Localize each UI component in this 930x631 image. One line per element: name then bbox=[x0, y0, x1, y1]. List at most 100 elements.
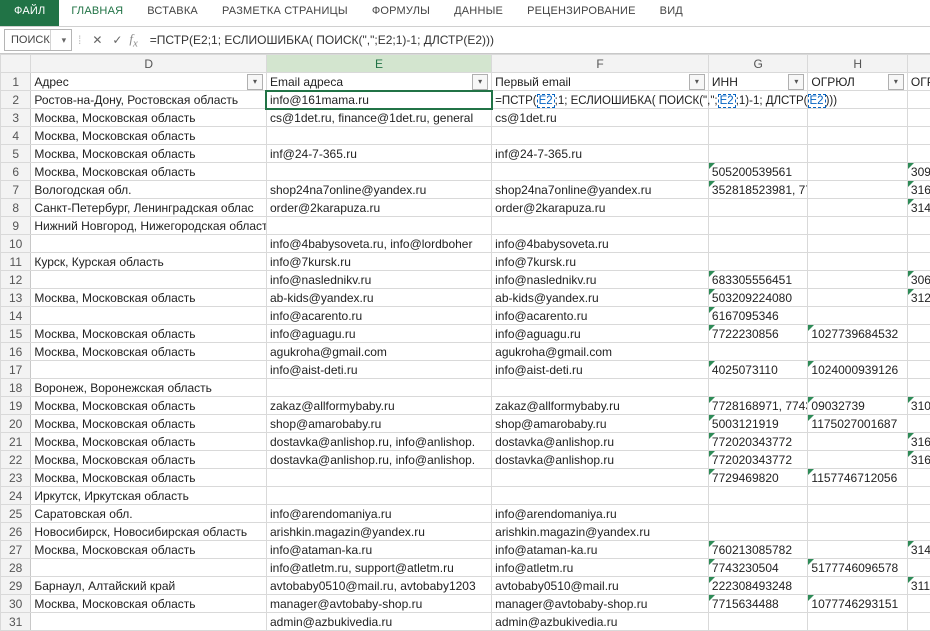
cell-D8[interactable]: Санкт-Петербург, Ленинградская облас bbox=[31, 199, 267, 217]
row-header-24[interactable]: 24 bbox=[1, 487, 31, 505]
cell-I25[interactable] bbox=[907, 505, 930, 523]
cell-H4[interactable] bbox=[808, 127, 907, 145]
cell-H17[interactable]: 1024000939126 bbox=[808, 361, 907, 379]
cell-D29[interactable]: Барнаул, Алтайский край bbox=[31, 577, 267, 595]
cell-G5[interactable] bbox=[708, 145, 807, 163]
cell-F11[interactable]: info@7kursk.ru bbox=[492, 253, 709, 271]
cell-H31[interactable] bbox=[808, 613, 907, 631]
cell-I22[interactable]: 31677460051941 bbox=[907, 451, 930, 469]
cell-F9[interactable] bbox=[492, 217, 709, 235]
cell-D21[interactable]: Москва, Московская область bbox=[31, 433, 267, 451]
cell-H20[interactable]: 1175027001687 bbox=[808, 415, 907, 433]
cell-E5[interactable]: inf@24-7-365.ru bbox=[266, 145, 491, 163]
cell-I5[interactable] bbox=[907, 145, 930, 163]
cell-D11[interactable]: Курск, Курская область bbox=[31, 253, 267, 271]
row-header-13[interactable]: 13 bbox=[1, 289, 31, 307]
cell-F23[interactable] bbox=[492, 469, 709, 487]
cell-F10[interactable]: info@4babysoveta.ru bbox=[492, 235, 709, 253]
cell-E12[interactable]: info@naslednikv.ru bbox=[266, 271, 491, 289]
tab-insert[interactable]: ВСТАВКА bbox=[135, 0, 210, 26]
cell-H23[interactable]: 1157746712056 bbox=[808, 469, 907, 487]
cell-F28[interactable]: info@atletm.ru bbox=[492, 559, 709, 577]
cell-E6[interactable] bbox=[266, 163, 491, 181]
name-box-dropdown-icon[interactable]: ▾ bbox=[50, 30, 71, 50]
cell-E28[interactable]: info@atletm.ru, support@atletm.ru bbox=[266, 559, 491, 577]
formula-input[interactable] bbox=[144, 29, 930, 51]
cell-E2[interactable]: info@161mama.ru bbox=[266, 91, 491, 109]
cell-D19[interactable]: Москва, Московская область bbox=[31, 397, 267, 415]
cell-D5[interactable]: Москва, Московская область bbox=[31, 145, 267, 163]
row-header-14[interactable]: 14 bbox=[1, 307, 31, 325]
cell-G23[interactable]: 7729469820 bbox=[708, 469, 807, 487]
row-header-21[interactable]: 21 bbox=[1, 433, 31, 451]
cell-I11[interactable] bbox=[907, 253, 930, 271]
cell-I29[interactable]: 31122231950009 bbox=[907, 577, 930, 595]
cell-E24[interactable] bbox=[266, 487, 491, 505]
cell-F2[interactable]: =ПСТР(E2;1; ЕСЛИОШИБКА( ПОИСК(",";E2;1)-… bbox=[492, 91, 709, 109]
row-header-20[interactable]: 20 bbox=[1, 415, 31, 433]
row-header-23[interactable]: 23 bbox=[1, 469, 31, 487]
cell-I9[interactable] bbox=[907, 217, 930, 235]
cell-H26[interactable] bbox=[808, 523, 907, 541]
tab-review[interactable]: РЕЦЕНЗИРОВАНИЕ bbox=[515, 0, 648, 26]
cell-F15[interactable]: info@aguagu.ru bbox=[492, 325, 709, 343]
cell-F14[interactable]: info@acarento.ru bbox=[492, 307, 709, 325]
cell-F7[interactable]: shop24na7online@yandex.ru bbox=[492, 181, 709, 199]
cell-E31[interactable]: admin@azbukivedia.ru bbox=[266, 613, 491, 631]
header-cell-first-email[interactable]: Первый email▾ bbox=[492, 73, 709, 91]
row-header-22[interactable]: 22 bbox=[1, 451, 31, 469]
row-header-18[interactable]: 18 bbox=[1, 379, 31, 397]
cell-I15[interactable] bbox=[907, 325, 930, 343]
cell-E20[interactable]: shop@amarobaby.ru bbox=[266, 415, 491, 433]
cell-D13[interactable]: Москва, Московская область bbox=[31, 289, 267, 307]
cell-D22[interactable]: Москва, Московская область bbox=[31, 451, 267, 469]
cell-I28[interactable] bbox=[907, 559, 930, 577]
tab-data[interactable]: ДАННЫЕ bbox=[442, 0, 515, 26]
cell-D24[interactable]: Иркутск, Иркутская область bbox=[31, 487, 267, 505]
cell-H6[interactable] bbox=[808, 163, 907, 181]
cell-F19[interactable]: zakaz@allformybaby.ru bbox=[492, 397, 709, 415]
row-header-29[interactable]: 29 bbox=[1, 577, 31, 595]
cell-H3[interactable] bbox=[808, 109, 907, 127]
row-header-27[interactable]: 27 bbox=[1, 541, 31, 559]
cell-F18[interactable] bbox=[492, 379, 709, 397]
cell-G12[interactable]: 683305556451 bbox=[708, 271, 807, 289]
filter-dropdown-icon[interactable]: ▾ bbox=[472, 74, 488, 90]
cell-I17[interactable] bbox=[907, 361, 930, 379]
row-header-16[interactable]: 16 bbox=[1, 343, 31, 361]
cell-I7[interactable]: 31697460064407 bbox=[907, 181, 930, 199]
enter-formula-icon[interactable]: ✓ bbox=[107, 30, 127, 50]
cell-F3[interactable]: cs@1det.ru bbox=[492, 109, 709, 127]
cell-D23[interactable]: Москва, Московская область bbox=[31, 469, 267, 487]
cell-D10[interactable] bbox=[31, 235, 267, 253]
cell-D2[interactable]: Ростов-на-Дону, Ростовская область bbox=[31, 91, 267, 109]
cell-I13[interactable]: 31277462610147 bbox=[907, 289, 930, 307]
cell-H13[interactable] bbox=[808, 289, 907, 307]
cell-D7[interactable]: Вологодская обл. bbox=[31, 181, 267, 199]
cell-G16[interactable] bbox=[708, 343, 807, 361]
cell-G13[interactable]: 503209224080 bbox=[708, 289, 807, 307]
cell-D4[interactable]: Москва, Московская область bbox=[31, 127, 267, 145]
select-all-corner[interactable] bbox=[1, 55, 31, 73]
cell-E13[interactable]: ab-kids@yandex.ru bbox=[266, 289, 491, 307]
cell-E16[interactable]: agukroha@gmail.com bbox=[266, 343, 491, 361]
row-header-1[interactable]: 1 bbox=[1, 73, 31, 91]
cell-H19[interactable]: 09032739 bbox=[808, 397, 907, 415]
tab-home[interactable]: ГЛАВНАЯ bbox=[59, 0, 135, 26]
cell-D25[interactable]: Саратовская обл. bbox=[31, 505, 267, 523]
tab-pagelayout[interactable]: РАЗМЕТКА СТРАНИЦЫ bbox=[210, 0, 360, 26]
cell-D31[interactable] bbox=[31, 613, 267, 631]
cell-I27[interactable]: 31476020870001 bbox=[907, 541, 930, 559]
cell-D26[interactable]: Новосибирск, Новосибирская область bbox=[31, 523, 267, 541]
col-header-I[interactable]: I bbox=[907, 55, 930, 73]
cell-I26[interactable] bbox=[907, 523, 930, 541]
cell-G8[interactable] bbox=[708, 199, 807, 217]
row-header-30[interactable]: 30 bbox=[1, 595, 31, 613]
cell-I20[interactable] bbox=[907, 415, 930, 433]
cell-G28[interactable]: 7743230504 bbox=[708, 559, 807, 577]
cell-H12[interactable] bbox=[808, 271, 907, 289]
cell-D18[interactable]: Воронеж, Воронежская область bbox=[31, 379, 267, 397]
cell-H21[interactable] bbox=[808, 433, 907, 451]
cell-F16[interactable]: agukroha@gmail.com bbox=[492, 343, 709, 361]
cell-E14[interactable]: info@acarento.ru bbox=[266, 307, 491, 325]
